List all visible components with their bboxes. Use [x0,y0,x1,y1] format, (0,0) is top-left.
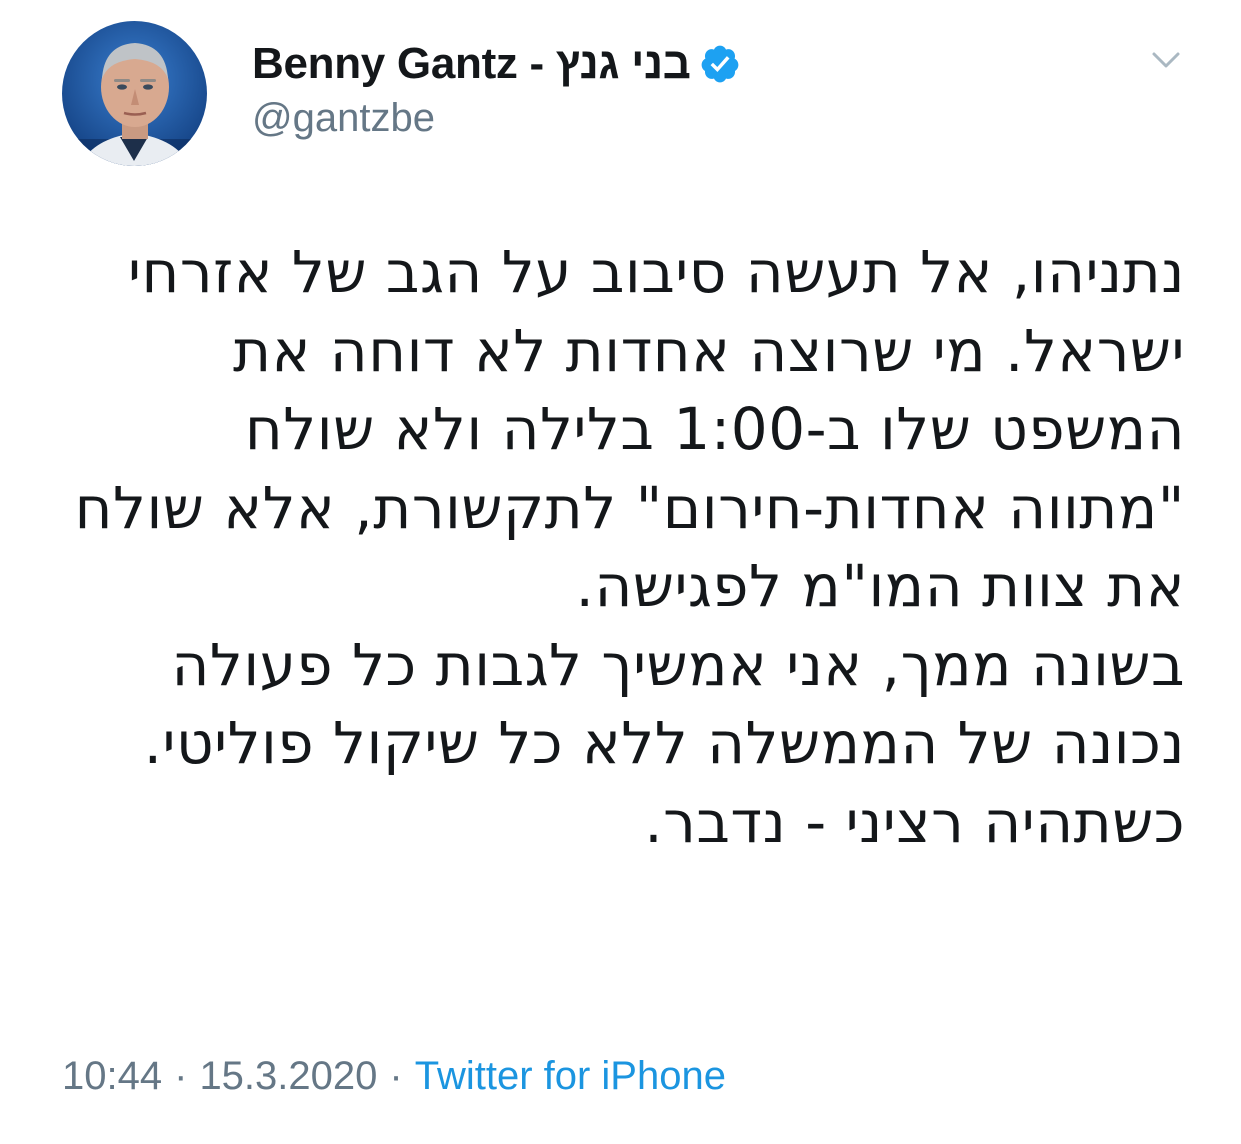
display-name[interactable]: Benny Gantz - בני גנץ [252,39,691,89]
tweet-line: המשפט שלו ב-1:00 בלילה ולא שולח [244,395,1185,463]
author-name[interactable]: Benny Gantz - בני גנץ [252,36,741,92]
tweet-text: נתניהו, אל תעשה סיבוב על הגב של אזרחי יש… [45,233,1185,861]
tweet-line: נכונה של הממשלה ללא כל שיקול פוליטי. [143,709,1185,777]
tweet-line: בשונה ממך, אני אמשיך לגבות כל פעולה [171,630,1185,699]
author-handle[interactable]: @gantzbe [252,96,435,141]
verified-badge-icon [699,43,741,85]
tweet-line: ישראל. מי שרוצה אחדות לא דוחה את [232,316,1185,385]
tweet-date[interactable]: 15.3.2020 [199,1054,377,1099]
tweet-line: נתניהו, אל תעשה סיבוב על הגב של אזרחי [128,238,1185,306]
tweet-line: את צוות המו"מ לפגישה. [575,552,1185,620]
meta-separator: · [174,1054,188,1098]
tweet-meta: 10:44 · 15.3.2020 · Twitter for iPhone [62,1054,726,1099]
tweet-line: "מתווה אחדות-חירום" לתקשורת, אלא שולח [74,473,1185,542]
avatar[interactable] [62,21,207,166]
chevron-down-icon[interactable] [1144,38,1188,82]
meta-separator: · [389,1054,403,1098]
tweet-card: Benny Gantz - בני גנץ @gantzbe נתניהו, א… [0,0,1241,1144]
tweet-time[interactable]: 10:44 [62,1054,162,1099]
tweet-line: כשתהיה רציני - נדבר. [644,787,1185,856]
source-link[interactable]: Twitter for iPhone [415,1054,726,1099]
